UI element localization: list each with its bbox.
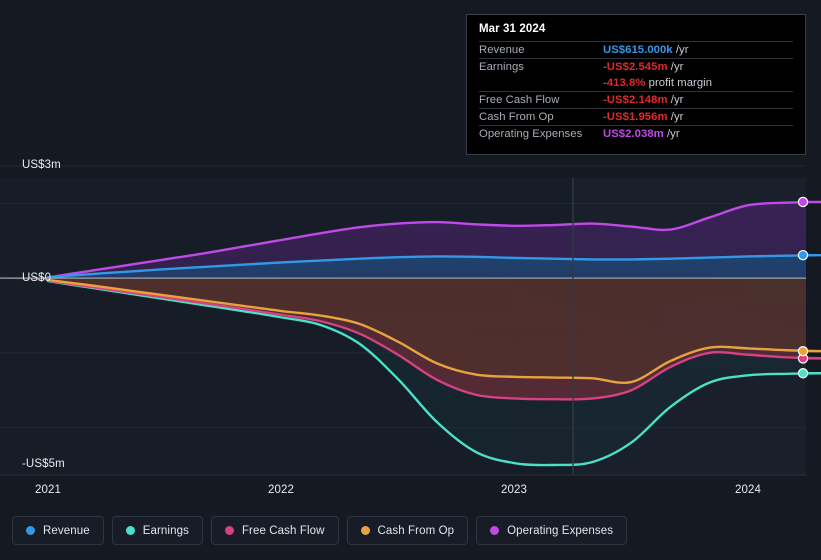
- tooltip-metric-label: Earnings: [479, 61, 524, 73]
- tooltip-metric-suffix: /yr: [667, 94, 684, 106]
- legend-color-dot-icon: [360, 526, 370, 535]
- tooltip-metric-suffix: profit margin: [645, 77, 713, 89]
- x-axis-tick-2024: 2024: [735, 484, 761, 496]
- legend-item-free-cash-flow[interactable]: Free Cash Flow: [210, 516, 339, 545]
- endpoint-marker-earnings[interactable]: [797, 368, 809, 379]
- endpoint-marker-operating-expenses[interactable]: [797, 196, 809, 208]
- endpoint-marker-cash-from-op[interactable]: [797, 346, 809, 357]
- tooltip-row: Operating Expenses US$2.038m /yr: [479, 125, 793, 143]
- tooltip-metric-value: -US$2.148m /yr: [603, 92, 793, 109]
- tooltip-date: Mar 31 2024: [479, 23, 546, 35]
- tooltip-metric-value: -US$2.545m /yr: [603, 59, 793, 76]
- legend-item-earnings[interactable]: Earnings: [111, 516, 203, 545]
- x-axis-tick-2023: 2023: [501, 484, 527, 496]
- tooltip-metric-suffix: /yr: [672, 44, 689, 56]
- tooltip-metric-label: Cash From Op: [479, 111, 554, 123]
- x-axis-tick-2021: 2021: [35, 484, 61, 496]
- tooltip-metrics-table: Revenue US$615.000k /yr Earnings -US$2.545m…: [479, 41, 793, 142]
- tooltip-metric-value: US$2.038m /yr: [603, 126, 793, 143]
- y-axis-label-top: US$3m: [22, 159, 61, 171]
- legend-color-dot-icon: [125, 526, 135, 535]
- tooltip-metric-label: Revenue: [479, 44, 525, 56]
- tooltip-metric-suffix: /yr: [667, 61, 684, 73]
- legend-item-operating-expenses[interactable]: Operating Expenses: [476, 516, 628, 545]
- chart-legend[interactable]: Revenue Earnings Free Cash Flow Cash From O…: [12, 516, 628, 545]
- tooltip-metric-amount: -US$2.148m: [603, 94, 668, 106]
- y-axis-label-zero: US$0: [22, 272, 52, 284]
- tooltip-metric-value: -413.8% profit margin: [603, 75, 793, 92]
- legend-item-label: Operating Expenses: [507, 524, 614, 537]
- legend-item-label: Free Cash Flow: [241, 524, 325, 537]
- legend-color-dot-icon: [490, 526, 500, 535]
- tooltip-row: -413.8% profit margin: [479, 75, 793, 92]
- tooltip-metric-label: Free Cash Flow: [479, 94, 560, 106]
- tooltip-metric-suffix: /yr: [663, 128, 680, 140]
- legend-item-label: Earnings: [142, 524, 189, 537]
- tooltip-metric-label: [479, 75, 603, 92]
- tooltip-row: Cash From Op -US$1.956m /yr: [479, 108, 793, 126]
- endpoint-marker-revenue[interactable]: [797, 249, 809, 261]
- data-point-tooltip: Mar 31 2024 Revenue US$615.000k /yr Earnin…: [466, 14, 806, 155]
- tooltip-row: Free Cash Flow -US$2.148m /yr: [479, 91, 793, 109]
- tooltip-row: Revenue US$615.000k /yr: [479, 41, 793, 59]
- tooltip-metric-amount: -US$1.956m: [603, 111, 668, 123]
- financial-performance-chart: US$3m US$0 -US$5m 2021 2022 2023 2024 Mar 3…: [0, 0, 821, 560]
- legend-color-dot-icon: [26, 526, 35, 535]
- tooltip-metric-amount: -US$2.545m: [603, 61, 668, 73]
- legend-item-label: Revenue: [43, 524, 90, 537]
- tooltip-metric-suffix: /yr: [667, 111, 684, 123]
- legend-item-cash-from-op[interactable]: Cash From Op: [346, 516, 469, 545]
- tooltip-metric-value: -US$1.956m /yr: [603, 109, 793, 126]
- tooltip-metric-amount: -413.8%: [603, 77, 646, 89]
- y-axis-label-bottom: -US$5m: [22, 458, 65, 470]
- tooltip-metric-amount: US$2.038m: [603, 128, 664, 140]
- legend-item-label: Cash From Op: [377, 524, 455, 537]
- tooltip-metric-label: Operating Expenses: [479, 128, 583, 140]
- legend-color-dot-icon: [224, 526, 234, 535]
- tooltip-row: Earnings -US$2.545m /yr: [479, 58, 793, 76]
- x-axis-tick-2022: 2022: [268, 484, 294, 496]
- legend-item-revenue[interactable]: Revenue: [12, 516, 104, 545]
- tooltip-metric-amount: US$615.000k: [603, 44, 673, 56]
- tooltip-metric-value: US$615.000k /yr: [603, 42, 793, 59]
